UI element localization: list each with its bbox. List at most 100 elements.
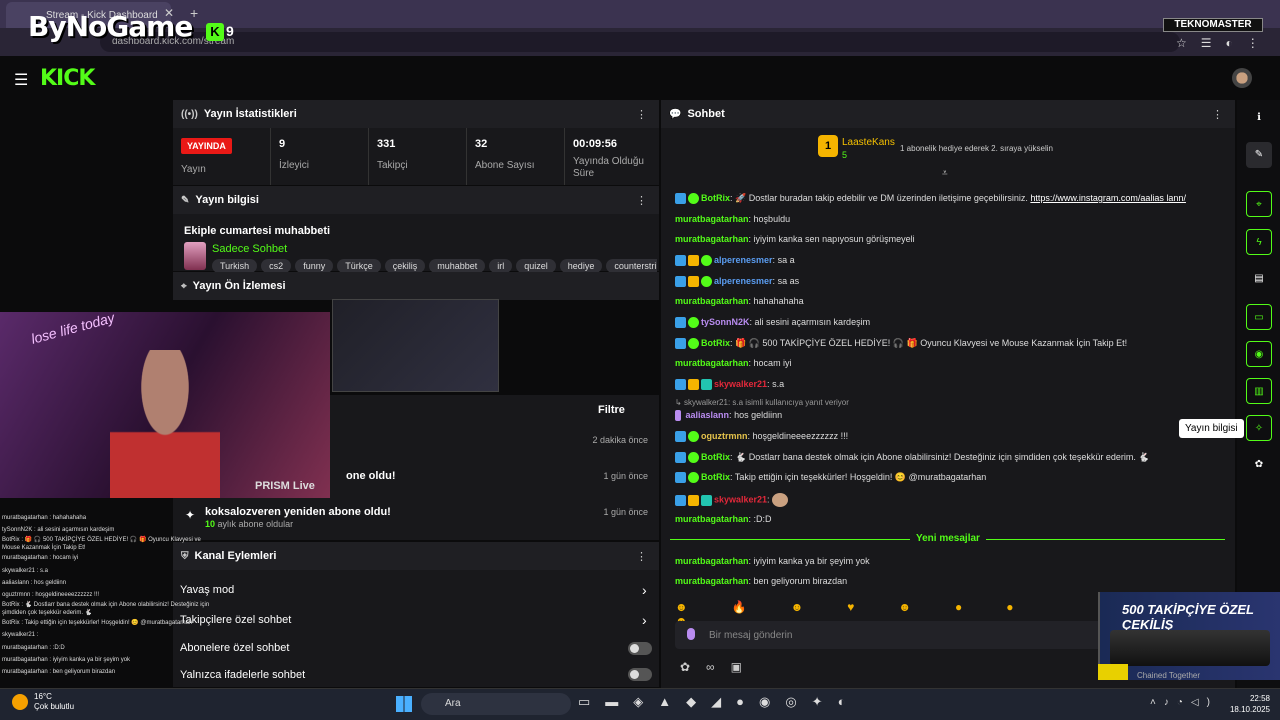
reply-note: ↳ skywalker21: s.a isimli kullanıcıya ya… bbox=[675, 398, 849, 407]
chat-username[interactable]: muratbagatarhan bbox=[675, 214, 749, 224]
overlay-chat-line: muratbagatarhan : hahahahaha bbox=[2, 515, 87, 521]
chat-username[interactable]: alperenesmer bbox=[714, 255, 773, 265]
tag[interactable]: irl bbox=[489, 259, 513, 273]
kick-logo[interactable]: KICK bbox=[40, 66, 95, 91]
broadcast-icon[interactable]: ◉ bbox=[1246, 341, 1272, 367]
chat-text: Takip ettiğin için teşekkürler! Hoşgeldi… bbox=[734, 472, 987, 482]
chat-username[interactable]: BotRix bbox=[701, 472, 730, 482]
chat-username[interactable]: muratbagatarhan bbox=[675, 296, 749, 306]
chat-username[interactable]: muratbagatarhan bbox=[675, 358, 749, 368]
chat-link[interactable]: https://www.instagram.com/aalias lann/ bbox=[1030, 193, 1186, 203]
category-link[interactable]: Sadece Sohbet bbox=[212, 243, 287, 255]
tag[interactable]: funny bbox=[295, 259, 334, 273]
chat-username[interactable]: skywalker21 bbox=[714, 379, 767, 389]
chat-message: muratbagatarhan: iyiyim kanka sen napıyo… bbox=[675, 234, 915, 244]
chat-username[interactable]: BotRix bbox=[701, 452, 730, 462]
chevron-right-icon[interactable]: › bbox=[642, 612, 647, 628]
emotes-only-toggle[interactable] bbox=[628, 668, 652, 681]
watermark-kick-badge: K bbox=[206, 23, 224, 41]
chat-username[interactable]: tySonnN2K bbox=[701, 317, 750, 327]
info-icon[interactable]: ℹ bbox=[1246, 105, 1272, 131]
tag[interactable]: Turkish bbox=[212, 259, 258, 273]
gift-goal-text: 1 abonelik hediye ederek 2. sıraya yükse… bbox=[900, 144, 1053, 153]
chat-message: BotRix: 🚀 Dostlar buradan takip edebilir… bbox=[675, 193, 1186, 205]
chat-icon[interactable]: ▭ bbox=[1246, 304, 1272, 330]
document-icon[interactable]: ▤ bbox=[1246, 266, 1272, 292]
overlay-chat-line: muratbagatarhan : ben geliyorum birazdan bbox=[2, 669, 116, 676]
chat-username[interactable]: muratbagatarhan bbox=[675, 576, 749, 586]
taskbar-app-icons[interactable]: ▭▬◈▲◆◢●◉◎✦◐ bbox=[578, 694, 860, 710]
chat-options-icon[interactable]: ⋮ bbox=[1212, 108, 1223, 121]
teknomaster-logo: TEKNOMASTER bbox=[1163, 18, 1263, 32]
more-options-icon[interactable]: ⋮ bbox=[636, 550, 647, 563]
chat-message: muratbagatarhan: iyiyim kanka ya bir şey… bbox=[675, 556, 870, 566]
overlay-chat-line: muratbagatarhan : hocam iyi bbox=[2, 555, 79, 562]
chat-input[interactable]: Bir mesaj gönderin bbox=[675, 621, 1105, 649]
tag[interactable]: hediye bbox=[559, 259, 603, 273]
more-options-icon[interactable]: ⋮ bbox=[636, 194, 647, 207]
browser-toolbar-icons[interactable]: ☆☰◐⋮ bbox=[1176, 36, 1273, 50]
tag[interactable]: muhabbet bbox=[429, 259, 486, 273]
scroll-down-icon[interactable]: ⩡ bbox=[942, 168, 948, 179]
date: 18.10.2025 bbox=[1229, 705, 1270, 714]
chat-message: BotRix: 🎁 🎧 500 TAKİPÇİYE ÖZEL HEDİYE! 🎧… bbox=[675, 338, 1127, 350]
system-tray-icons[interactable]: ˄♪◔◁) bbox=[1150, 697, 1218, 708]
chat-text: iyiyim kanka sen napıyosun görüşmeyeli bbox=[753, 234, 915, 244]
top-gifter-count: 5 bbox=[842, 150, 848, 160]
kick-header bbox=[0, 58, 1280, 98]
focus-icon[interactable]: ⌖ bbox=[1246, 191, 1272, 217]
chat-text: sa a bbox=[777, 255, 795, 265]
chevron-right-icon[interactable]: › bbox=[642, 582, 647, 598]
chat-username[interactable]: muratbagatarhan bbox=[675, 234, 749, 244]
overlay-chat: muratbagatarhan : hahahahaha tySonnN2K :… bbox=[0, 512, 220, 676]
weather-widget[interactable]: 16°C Çok bulutlu bbox=[12, 692, 74, 712]
add-widget-icon[interactable]: ✿ bbox=[1246, 452, 1272, 478]
filter-button[interactable]: Filtre bbox=[598, 404, 625, 416]
user-avatar[interactable] bbox=[1232, 68, 1252, 88]
stat-viewers: 9 İzleyici bbox=[271, 128, 369, 185]
chat-text: sa as bbox=[777, 276, 800, 286]
chat-username[interactable]: aaliaslann bbox=[686, 410, 730, 420]
taskbar-clock[interactable]: 22:58 18.10.2025 bbox=[1228, 693, 1270, 715]
wrench-icon[interactable]: ✧ bbox=[1246, 415, 1272, 441]
chat-username[interactable]: BotRix bbox=[701, 338, 730, 348]
menu-icon[interactable]: ☰ bbox=[14, 70, 28, 90]
emote-icon bbox=[772, 493, 789, 507]
edit-icon[interactable]: ✎ bbox=[1246, 142, 1272, 168]
url-field[interactable]: dashboard.kick.com/stream bbox=[100, 32, 1180, 52]
chat-message: tySonnN2K: ali sesini açarmısın kardeşim bbox=[675, 317, 870, 329]
chat-text: hoşgeldineeeezzzzzz !!! bbox=[752, 431, 849, 441]
tag[interactable]: cs2 bbox=[261, 259, 292, 273]
chat-username[interactable]: alperenesmer bbox=[714, 276, 773, 286]
stats-title: Yayın İstatistikleri bbox=[203, 108, 297, 120]
chat-text: 🐇 Dostlarr bana destek olmak için Abone … bbox=[735, 452, 1150, 462]
chat-message: muratbagatarhan: hocam iyi bbox=[675, 358, 792, 368]
tag[interactable]: counterstrike2 bbox=[606, 259, 657, 273]
time: 22:58 bbox=[1249, 694, 1270, 703]
subscribers-only-toggle[interactable] bbox=[628, 642, 652, 655]
chat-username[interactable]: oguztrmnn bbox=[701, 431, 748, 441]
tag[interactable]: quizel bbox=[516, 259, 556, 273]
chat-username[interactable]: muratbagatarhan bbox=[675, 514, 749, 524]
chat-message: muratbagatarhan: hoşbuldu bbox=[675, 214, 791, 224]
stat-uptime: 00:09:56 Yayında Olduğu Süre bbox=[565, 128, 659, 185]
tag[interactable]: çekiliş bbox=[384, 259, 426, 273]
more-options-icon[interactable]: ⋮ bbox=[636, 108, 647, 121]
windows-start-icon[interactable] bbox=[396, 696, 412, 712]
stream-preview-image bbox=[332, 299, 499, 392]
stat-subscribers: 32 Abone Sayısı bbox=[467, 128, 565, 185]
keyboard-image bbox=[1110, 630, 1270, 666]
activity-time: 1 gün önce bbox=[603, 471, 648, 481]
chat-toolbar-icons[interactable]: ✿∞▣ bbox=[680, 660, 758, 674]
top-gifter-name[interactable]: LaasteKans bbox=[842, 137, 895, 148]
chat-username[interactable]: skywalker21 bbox=[714, 494, 767, 504]
tag[interactable]: Türkçe bbox=[337, 259, 381, 273]
lightning-icon[interactable]: ϟ bbox=[1246, 229, 1272, 255]
temperature: 16°C bbox=[34, 692, 52, 701]
chat-username[interactable]: BotRix bbox=[701, 193, 730, 203]
chat-username[interactable]: muratbagatarhan bbox=[675, 556, 749, 566]
chat-message: muratbagatarhan: hahahahaha bbox=[675, 296, 804, 306]
layout-icon[interactable]: ▥ bbox=[1246, 378, 1272, 404]
taskbar-search[interactable]: Ara bbox=[421, 693, 571, 715]
chat-message: aaliaslann: hos geldiinn bbox=[675, 410, 782, 422]
